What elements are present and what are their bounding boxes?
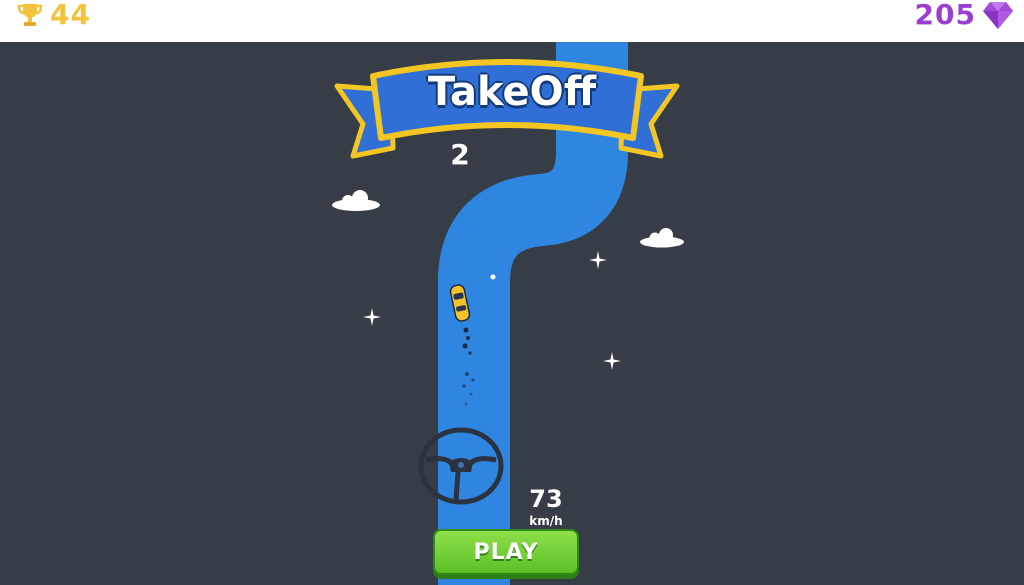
sparkle-icon	[490, 274, 496, 280]
speed-unit: km/h	[529, 514, 563, 528]
car-icon	[449, 284, 471, 322]
sparkle-icon	[603, 352, 621, 370]
gem-counter: 205	[915, 0, 1014, 30]
trophy-count: 44	[50, 0, 91, 31]
cloud-icon	[332, 190, 380, 211]
steering-wheel-icon[interactable]	[416, 426, 506, 506]
play-button[interactable]: PLAY	[433, 529, 579, 575]
gem-count: 205	[914, 0, 976, 31]
speed-value: 73	[529, 485, 563, 513]
sparkle-icon	[363, 308, 381, 326]
exhaust-trail	[462, 327, 475, 406]
gem-icon	[983, 2, 1013, 29]
game-stage[interactable]: TakeOff 2 73 km/h PLAY	[0, 42, 1024, 585]
trophy-icon	[17, 4, 43, 26]
trophy-counter: 44	[16, 0, 91, 30]
top-hud-bar: 44 205	[0, 0, 1024, 42]
cloud-icon	[640, 228, 684, 248]
game-title: TakeOff	[427, 69, 597, 115]
level-number: 2	[450, 138, 470, 171]
sparkle-icon	[589, 251, 607, 269]
